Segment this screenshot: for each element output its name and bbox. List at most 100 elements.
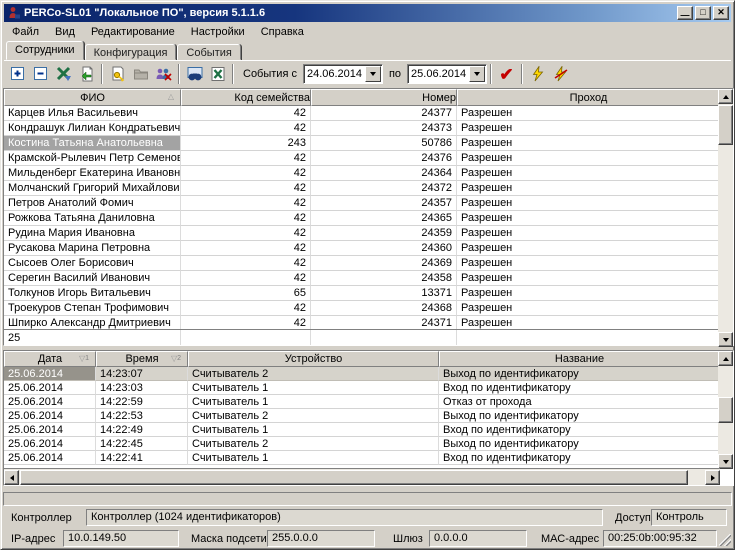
minimize-icon[interactable]: — [677, 6, 693, 20]
table-row[interactable]: Молчанский Григорий Михайлович4224372Раз… [4, 181, 733, 196]
table-cell[interactable]: Разрешен [457, 256, 720, 271]
scrollbar-thumb[interactable] [718, 397, 733, 423]
scroll-up-icon[interactable] [718, 351, 733, 366]
monitoring-on-button[interactable] [526, 63, 549, 85]
table-row[interactable]: Петров Анатолий Фомич4224357Разрешен [4, 196, 733, 211]
tab-configuration[interactable]: Конфигурация [85, 44, 177, 60]
date-to-combobox[interactable]: 25.06.2014 [407, 64, 487, 84]
access-rights-button[interactable] [152, 63, 175, 85]
table-cell[interactable]: 24377 [311, 106, 457, 121]
table-cell[interactable]: 42 [181, 106, 311, 121]
table-cell[interactable]: 14:22:41 [96, 451, 188, 465]
table-cell[interactable]: 24372 [311, 181, 457, 196]
table-cell[interactable]: 24359 [311, 226, 457, 241]
table-cell[interactable]: 24373 [311, 121, 457, 136]
tab-employees[interactable]: Сотрудники [6, 41, 84, 60]
resize-grip-icon[interactable] [719, 534, 731, 546]
table-cell[interactable]: Вход по идентификатору [439, 451, 720, 465]
table-cell[interactable]: Разрешен [457, 106, 720, 121]
table-cell[interactable]: 14:22:49 [96, 423, 188, 437]
table-cell[interactable]: Считыватель 1 [188, 381, 439, 395]
table-row[interactable]: 25.06.201414:23:03Считыватель 1Вход по и… [4, 381, 733, 395]
table-cell[interactable]: Разрешен [457, 166, 720, 181]
table-cell[interactable]: Отказ от прохода [439, 395, 720, 409]
table-cell[interactable]: Разрешен [457, 301, 720, 316]
scroll-down-icon[interactable] [718, 332, 733, 347]
table-cell[interactable]: 25.06.2014 [4, 367, 96, 381]
table-row[interactable]: Рудина Мария Ивановна4224359Разрешен [4, 226, 733, 241]
table-cell[interactable]: Разрешен [457, 136, 720, 151]
table-cell[interactable]: Рудина Мария Ивановна [4, 226, 181, 241]
remove-row-button[interactable] [29, 63, 52, 85]
menu-view[interactable]: Вид [47, 24, 83, 40]
table-cell[interactable]: 42 [181, 196, 311, 211]
apply-button[interactable]: ✔ [495, 63, 518, 85]
table-cell[interactable]: Считыватель 2 [188, 409, 439, 423]
table-cell[interactable]: Разрешен [457, 121, 720, 136]
table-cell[interactable]: 243 [181, 136, 311, 151]
scroll-up-icon[interactable] [718, 89, 733, 104]
table-cell[interactable]: 42 [181, 241, 311, 256]
table-cell[interactable]: Петров Анатолий Фомич [4, 196, 181, 211]
table-cell[interactable]: Считыватель 1 [188, 451, 439, 465]
table-row[interactable]: Сысоев Олег Борисович4224369Разрешен [4, 256, 733, 271]
table-cell[interactable]: Вход по идентификатору [439, 381, 720, 395]
table-row[interactable]: 25.06.201414:22:59Считыватель 1Отказ от … [4, 395, 733, 409]
table-row[interactable]: Карцев Илья Васильевич4224377Разрешен [4, 106, 733, 121]
table-cell[interactable]: Троекуров Степан Трофимович [4, 301, 181, 316]
menu-settings[interactable]: Настройки [183, 24, 253, 40]
table-cell[interactable]: Считыватель 1 [188, 423, 439, 437]
monitoring-off-button[interactable] [549, 63, 572, 85]
table-cell[interactable]: Разрешен [457, 181, 720, 196]
scrollbar-thumb[interactable] [20, 470, 688, 485]
table-cell[interactable]: 42 [181, 301, 311, 316]
table-cell[interactable]: Разрешен [457, 271, 720, 286]
table-cell[interactable]: 50786 [311, 136, 457, 151]
table-row[interactable]: Костина Татьяна Анатольевна24350786Разре… [4, 136, 733, 151]
table-row[interactable]: Троекуров Степан Трофимович4224368Разреш… [4, 301, 733, 316]
events-vertical-scrollbar[interactable] [718, 351, 733, 469]
table-cell[interactable]: 25.06.2014 [4, 409, 96, 423]
table-cell[interactable]: 14:23:03 [96, 381, 188, 395]
date-from-combobox[interactable]: 24.06.2014 [303, 64, 383, 84]
table-cell[interactable]: 14:23:07 [96, 367, 188, 381]
table-row[interactable]: Мильденберг Екатерина Ивановна4224364Раз… [4, 166, 733, 181]
column-header-date[interactable]: Дата ▽1 [4, 351, 96, 367]
table-cell[interactable]: 24376 [311, 151, 457, 166]
table-cell[interactable]: Сысоев Олег Борисович [4, 256, 181, 271]
scroll-down-icon[interactable] [718, 454, 733, 469]
table-row[interactable]: Толкунов Игорь Витальевич6513371Разрешен [4, 286, 733, 301]
table-cell[interactable]: 25.06.2014 [4, 381, 96, 395]
table-cell[interactable]: 42 [181, 121, 311, 136]
view-events-button[interactable] [183, 63, 206, 85]
scroll-left-icon[interactable] [4, 470, 19, 485]
table-cell[interactable]: Выход по идентификатору [439, 409, 720, 423]
table-cell[interactable]: 42 [181, 271, 311, 286]
table-cell[interactable]: 24369 [311, 256, 457, 271]
scrollbar-thumb[interactable] [718, 105, 733, 145]
table-cell[interactable]: Разрешен [457, 226, 720, 241]
table-cell[interactable]: Считыватель 2 [188, 367, 439, 381]
chevron-down-icon[interactable] [365, 66, 381, 82]
table-cell[interactable]: 13371 [311, 286, 457, 301]
column-header-access[interactable]: Проход [457, 89, 720, 106]
edit-card-button[interactable] [106, 63, 129, 85]
table-cell[interactable]: 65 [181, 286, 311, 301]
table-row[interactable]: Серегин Василий Иванович4224358Разрешен [4, 271, 733, 286]
table-cell[interactable]: Карцев Илья Васильевич [4, 106, 181, 121]
events-horizontal-scrollbar[interactable] [4, 468, 720, 485]
column-header-device[interactable]: Устройство [188, 351, 439, 367]
table-cell[interactable]: Серегин Василий Иванович [4, 271, 181, 286]
table-cell[interactable]: 25.06.2014 [4, 423, 96, 437]
column-header-family-code[interactable]: Код семейства [181, 89, 311, 106]
table-cell[interactable]: 24368 [311, 301, 457, 316]
table-cell[interactable]: Разрешен [457, 241, 720, 256]
table-cell[interactable]: Разрешен [457, 196, 720, 211]
add-row-button[interactable] [6, 63, 29, 85]
table-cell[interactable]: Кондрашук Лилиан Кондратьевич [4, 121, 181, 136]
table-cell[interactable]: Выход по идентификатору [439, 437, 720, 451]
close-icon[interactable]: ✕ [713, 6, 729, 20]
table-cell[interactable]: Выход по идентификатору [439, 367, 720, 381]
column-header-number[interactable]: Номер [311, 89, 457, 106]
table-cell[interactable]: Вход по идентификатору [439, 423, 720, 437]
